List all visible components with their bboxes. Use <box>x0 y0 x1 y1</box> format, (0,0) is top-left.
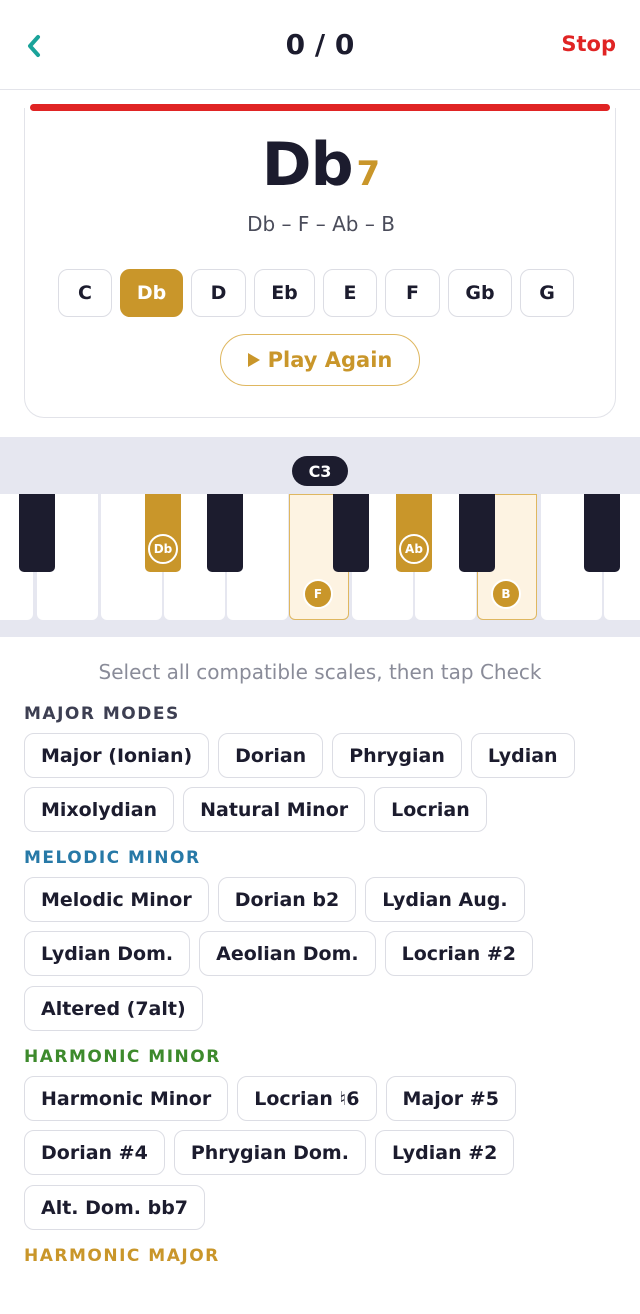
chord-notes: Db – F – Ab – B <box>247 212 395 236</box>
root-button-gb[interactable]: Gb <box>448 269 512 317</box>
chip-row: Mixolydian Natural Minor Locrian <box>24 787 487 832</box>
section-title-major-modes: MAJOR MODES <box>24 704 180 724</box>
instruction-text: Select all compatible scales, then tap C… <box>98 660 542 684</box>
scale-chip[interactable]: Lydian #2 <box>374 1130 515 1175</box>
scale-chip[interactable]: Dorian #4 <box>24 1130 165 1175</box>
chord-card: Db 7 Db – F – Ab – B C Db D Eb E F Gb G P… <box>24 108 616 418</box>
chip-row: Lydian Dom. Aeolian Dom. Locrian #2 <box>24 931 534 976</box>
note-marker-ab: Ab <box>399 534 429 564</box>
chip-row: Dorian #4 Phrygian Dom. Lydian #2 <box>24 1130 515 1175</box>
note-marker-b: B <box>491 579 521 609</box>
section-title-melodic-minor: MELODIC MINOR <box>24 848 201 868</box>
scale-chip[interactable]: Mixolydian <box>24 787 175 832</box>
chip-row: Major (Ionian) Dorian Phrygian Lydian <box>24 733 575 778</box>
scale-chip[interactable]: Dorian b2 <box>217 877 357 922</box>
scale-chip[interactable]: Melodic Minor <box>24 877 209 922</box>
root-button-e[interactable]: E <box>323 269 377 317</box>
black-key[interactable] <box>584 494 620 572</box>
root-button-d[interactable]: D <box>191 269 246 317</box>
chord-root: Db <box>261 130 354 200</box>
section-title-harmonic-minor: HARMONIC MINOR <box>24 1047 221 1067</box>
play-icon <box>247 353 260 367</box>
root-button-eb[interactable]: Eb <box>254 269 315 317</box>
scale-chip[interactable]: Locrian #2 <box>384 931 534 976</box>
black-key[interactable] <box>333 494 369 572</box>
scale-chip[interactable]: Locrian ♮6 <box>237 1076 377 1121</box>
chord-quality: 7 <box>356 154 381 194</box>
chip-row: Altered (7alt) <box>24 986 203 1031</box>
chip-row: Harmonic Minor Locrian ♮6 Major #5 <box>24 1076 516 1121</box>
play-again-label: Play Again <box>267 348 393 372</box>
root-button-g[interactable]: G <box>520 269 574 317</box>
scale-chip[interactable]: Altered (7alt) <box>24 986 203 1031</box>
play-again-button[interactable]: Play Again <box>220 334 420 386</box>
chip-row: Melodic Minor Dorian b2 Lydian Aug. <box>24 877 525 922</box>
scale-chip[interactable]: Lydian Dom. <box>24 931 191 976</box>
root-button-f[interactable]: F <box>385 269 440 317</box>
root-button-c[interactable]: C <box>58 269 112 317</box>
note-marker-f: F <box>303 579 333 609</box>
root-selector: C Db D Eb E F Gb G <box>58 269 574 317</box>
scale-chip[interactable]: Aeolian Dom. <box>199 931 376 976</box>
section-title-harmonic-major: HARMONIC MAJOR <box>24 1246 220 1266</box>
scale-chip[interactable]: Lydian <box>470 733 575 778</box>
scale-chip[interactable]: Phrygian Dom. <box>173 1130 366 1175</box>
scale-chip[interactable]: Harmonic Minor <box>24 1076 229 1121</box>
stop-button[interactable]: Stop <box>561 32 616 56</box>
score-counter: 0 / 0 <box>285 28 355 61</box>
chip-row: Alt. Dom. bb7 <box>24 1185 206 1230</box>
scale-chip[interactable]: Alt. Dom. bb7 <box>24 1185 206 1230</box>
octave-badge: C3 <box>292 456 348 486</box>
black-key[interactable] <box>207 494 243 572</box>
scale-chip[interactable]: Lydian Aug. <box>365 877 525 922</box>
top-bar: 0 / 0 Stop <box>0 0 640 90</box>
root-button-db[interactable]: Db <box>120 269 183 317</box>
chord-title: Db 7 <box>25 130 617 200</box>
black-key[interactable] <box>459 494 495 572</box>
scale-chip[interactable]: Locrian <box>374 787 487 832</box>
scale-chip[interactable]: Dorian <box>218 733 324 778</box>
black-key[interactable] <box>19 494 55 572</box>
scale-chip[interactable]: Phrygian <box>332 733 462 778</box>
scale-chip[interactable]: Major (Ionian) <box>24 733 210 778</box>
scale-chip[interactable]: Natural Minor <box>183 787 366 832</box>
note-marker-db: Db <box>148 534 178 564</box>
scale-chip[interactable]: Major #5 <box>385 1076 516 1121</box>
